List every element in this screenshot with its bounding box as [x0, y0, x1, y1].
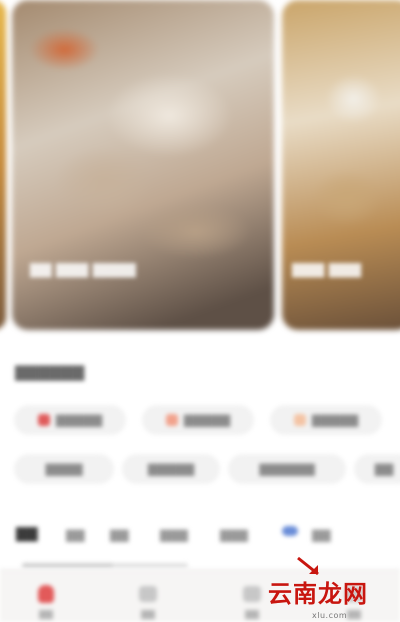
category-3-icon: [293, 414, 306, 426]
category-chip-5[interactable]: ▇▇▇▇▇: [122, 454, 220, 484]
tab-4[interactable]: ▇▇▇: [160, 528, 188, 542]
category-chip-2[interactable]: ▇▇▇▇▇: [142, 405, 254, 435]
tab-6[interactable]: ▇▇: [312, 528, 330, 542]
category-chip-label: ▇▇▇▇▇: [183, 413, 231, 427]
watermark-title: 云南龙网: [268, 580, 368, 608]
feed-tabs: ▇▇ ▇▇ ▇▇ ▇▇▇ ▇▇▇ ▇▇: [0, 522, 400, 552]
nav-cart-label: ▇▇: [245, 610, 259, 620]
carousel-card-prev[interactable]: [0, 0, 6, 330]
category-1-icon: [37, 414, 50, 426]
nav-category-label: ▇▇: [141, 610, 155, 620]
category-2-icon: [165, 414, 178, 426]
category-chip-label: ▇▇▇▇▇: [311, 413, 359, 427]
watermark-subtitle: xlu.com: [312, 611, 348, 620]
section-title: ▇▇▇▇▇▇: [15, 363, 85, 381]
nav-home-label: ▇▇: [39, 610, 53, 620]
category-chip-label: ▇▇▇▇▇: [147, 462, 195, 476]
nav-cart[interactable]: [232, 580, 272, 608]
tab-new-badge: [282, 526, 298, 536]
category-chip-label: ▇▇: [374, 462, 394, 476]
carousel-caption-main: ▇▇ ▇▇▇ ▇▇▇▇: [30, 262, 136, 278]
scroll-progress-thumb: [22, 563, 114, 568]
image-carousel[interactable]: ▇▇ ▇▇▇ ▇▇▇▇ ▇▇▇ ▇▇▇: [0, 0, 400, 340]
category-chip-4[interactable]: ▇▇▇▇: [14, 454, 114, 484]
cart-icon: [243, 586, 261, 602]
category-chip-1[interactable]: ▇▇▇▇▇: [14, 405, 126, 435]
carousel-card-main[interactable]: [12, 0, 274, 330]
category-chip-label: ▇▇▇▇▇▇: [259, 462, 315, 476]
nav-category[interactable]: [128, 580, 168, 608]
tab-2[interactable]: ▇▇: [66, 528, 84, 542]
category-chip-3[interactable]: ▇▇▇▇▇: [270, 405, 382, 435]
category-chip-6[interactable]: ▇▇▇▇▇▇: [228, 454, 346, 484]
tab-1[interactable]: ▇▇: [16, 526, 38, 542]
grid-icon: [139, 586, 157, 602]
category-chip-7[interactable]: ▇▇: [354, 454, 400, 484]
tab-3[interactable]: ▇▇: [110, 528, 128, 542]
scroll-progress: [22, 563, 188, 568]
home-icon: [38, 585, 54, 603]
carousel-card-next[interactable]: [282, 0, 400, 330]
carousel-caption-next: ▇▇▇ ▇▇▇: [292, 262, 362, 278]
category-chip-label: ▇▇▇▇▇: [55, 413, 103, 427]
nav-home[interactable]: [26, 580, 66, 608]
tab-5[interactable]: ▇▇▇: [220, 528, 248, 542]
category-chip-label: ▇▇▇▇: [45, 462, 83, 476]
